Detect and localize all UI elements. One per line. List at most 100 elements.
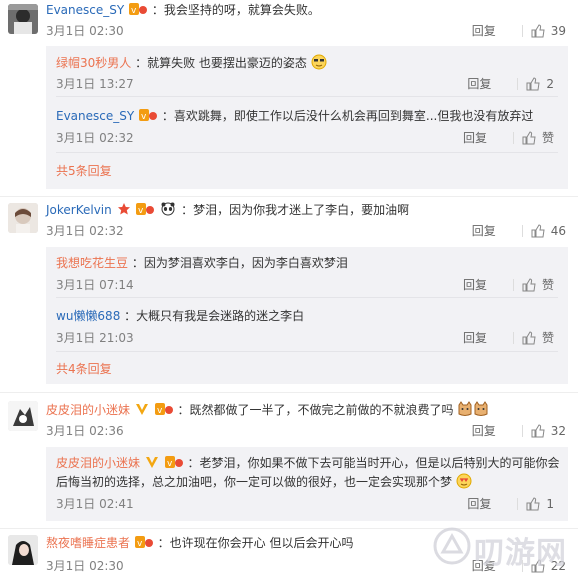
like-count: 1 — [546, 497, 554, 511]
divider — [512, 332, 514, 344]
like-thumb-icon[interactable] — [531, 224, 545, 238]
like-thumb-icon[interactable] — [526, 77, 540, 91]
reply-text-line: wu懒懒688 ：大概只有我是会迷路的迷之李白 — [56, 308, 304, 324]
reply-time: 3月1日 02:32 — [56, 131, 134, 145]
comment-time: 3月1日 02:30 — [46, 24, 124, 38]
like-thumb-icon[interactable] — [526, 497, 540, 511]
divider — [512, 132, 514, 144]
username-link[interactable]: Evanesce_SY — [46, 3, 124, 17]
reply-button[interactable]: 回复 — [472, 223, 496, 239]
svg-text:v: v — [138, 206, 144, 216]
like-label: 赞 — [541, 131, 554, 145]
reply-actions: 回复 2 — [467, 76, 554, 92]
svg-text:v: v — [137, 539, 143, 549]
vip-badge-icon: v — [139, 108, 158, 126]
reply-actions: 回复 赞 — [463, 130, 554, 146]
username-link[interactable]: 皮皮泪的小迷妹 — [46, 403, 130, 417]
like-label: 赞 — [541, 278, 554, 292]
reply-text: ：因为梦泪喜欢李白，因为李白喜欢梦泪 — [131, 256, 348, 270]
reply-text: ：大概只有我是会迷路的迷之李白 — [124, 309, 305, 323]
reply-time: 3月1日 02:41 — [56, 497, 134, 511]
username-link[interactable]: 绿帽30秒男人 — [56, 56, 131, 70]
username-link[interactable]: 我想吃花生豆 — [56, 256, 128, 270]
reply-text-line: 我想吃花生豆 ：因为梦泪喜欢李白，因为李白喜欢梦泪 — [56, 255, 348, 271]
reply-button[interactable]: 回复 — [463, 130, 487, 146]
vip-badge-icon: v — [134, 535, 153, 553]
panda-badge-icon — [160, 202, 176, 220]
reply-divider — [56, 96, 558, 97]
comment-text-line: JokerKelvin v ：梦泪，因为你我才迷上了李白，要加油啊 — [46, 202, 409, 220]
comment-time: 3月1日 02:32 — [46, 224, 124, 238]
like-count: 46 — [550, 224, 566, 238]
more-replies-link[interactable]: 共4条回复 — [56, 361, 112, 377]
comment-text: ：也许现在你会开心 但以后会开心吗 — [157, 536, 354, 550]
reply-actions: 回复 1 — [467, 496, 554, 512]
reply-text: ：就算失败 也要摆出豪迈的姿态 — [135, 56, 307, 70]
reply-panel: 我想吃花生豆 ：因为梦泪喜欢李白，因为李白喜欢梦泪 3月1日 07:14 回复 … — [46, 247, 568, 384]
comment-actions: 回复 46 — [472, 223, 566, 239]
username-link[interactable]: 熬夜嗜睡症患者 — [46, 536, 130, 550]
username-link[interactable]: JokerKelvin — [46, 203, 112, 217]
divider — [521, 425, 523, 437]
username-link[interactable]: 皮皮泪的小迷妹 — [56, 456, 140, 470]
like-label: 赞 — [541, 331, 554, 345]
reply-button[interactable]: 回复 — [472, 23, 496, 39]
reply-divider — [56, 152, 558, 153]
divider — [521, 225, 523, 237]
verified-v-icon — [135, 402, 149, 420]
reply-text: ：喜欢跳舞，即使工作以后没什么机会再回到舞室...但我也没有放弃过 — [161, 109, 534, 123]
comment-text: ：梦泪，因为你我才迷上了李白，要加油啊 — [181, 203, 410, 217]
reply-text-line: 皮皮泪的小迷妹 v ：老梦泪，你如果不做下去可能当时开心，但是以后特别大的可能你… — [56, 455, 560, 473]
like-count: 2 — [546, 77, 554, 91]
comment-text: ：我会坚持的呀，就算会失败。 — [151, 3, 320, 17]
comment-divider — [0, 196, 578, 197]
like-thumb-icon[interactable] — [531, 424, 545, 438]
reply-time: 3月1日 21:03 — [56, 331, 134, 345]
vip-badge-icon: v — [136, 202, 155, 220]
divider — [517, 498, 519, 510]
divider — [517, 78, 519, 90]
cat-face-emoji-icon — [457, 401, 473, 417]
cool-face-emoji-icon — [311, 54, 327, 70]
comment-time: 3月1日 02:36 — [46, 424, 124, 438]
like-thumb-icon[interactable] — [522, 331, 536, 345]
svg-text:v: v — [157, 406, 163, 416]
reply-button[interactable]: 回复 — [463, 277, 487, 293]
vip-badge-icon: v — [154, 402, 173, 420]
reply-time: 3月1日 07:14 — [56, 278, 134, 292]
comment-actions: 回复 32 — [472, 423, 566, 439]
reply-button[interactable]: 回复 — [463, 330, 487, 346]
avatar[interactable] — [8, 535, 38, 565]
reply-panel: 绿帽30秒男人 ：就算失败 也要摆出豪迈的姿态 3月1日 13:27 回复 2 … — [46, 46, 568, 189]
comment-divider — [0, 392, 578, 393]
reply-text: ：老梦泪，你如果不做下去可能当时开心，但是以后特别大的可能你会 — [187, 456, 560, 470]
reply-text-line: Evanesce_SY v ：喜欢跳舞，即使工作以后没什么机会再回到舞室...但… — [56, 108, 533, 126]
reply-button[interactable]: 回复 — [467, 496, 491, 512]
comment-text: ：既然都做了一半了，不做完之前做的不就浪费了吗 — [177, 403, 454, 417]
reply-actions: 回复 赞 — [463, 330, 554, 346]
like-thumb-icon[interactable] — [531, 24, 545, 38]
avatar[interactable] — [8, 203, 38, 233]
reply-divider — [56, 297, 558, 298]
username-link[interactable]: Evanesce_SY — [56, 109, 134, 123]
watermark-emblem-icon — [433, 527, 471, 565]
like-thumb-icon[interactable] — [522, 278, 536, 292]
reply-panel: 皮皮泪的小迷妹 v ：老梦泪，你如果不做下去可能当时开心，但是以后特别大的可能你… — [46, 447, 568, 521]
reply-text-line: 绿帽30秒男人 ：就算失败 也要摆出豪迈的姿态 — [56, 54, 327, 71]
more-replies-link[interactable]: 共5条回复 — [56, 163, 112, 179]
watermark-logo: 叨游网 — [432, 520, 572, 576]
star-badge-icon — [117, 202, 131, 220]
heart-face-emoji-icon — [456, 473, 472, 489]
reply-text: 后悔当初的选择，总之加油吧，你一定可以做的很好，也一定会实现那个梦 — [56, 475, 453, 489]
username-link[interactable]: wu懒懒688 — [56, 309, 120, 323]
reply-button[interactable]: 回复 — [472, 423, 496, 439]
like-count: 39 — [550, 24, 566, 38]
avatar[interactable] — [8, 4, 38, 34]
comment-time: 3月1日 02:30 — [46, 559, 124, 573]
reply-actions: 回复 赞 — [463, 277, 554, 293]
reply-button[interactable]: 回复 — [467, 76, 491, 92]
like-thumb-icon[interactable] — [522, 131, 536, 145]
verified-v-icon — [145, 455, 159, 473]
avatar[interactable] — [8, 401, 38, 431]
like-count: 32 — [550, 424, 566, 438]
